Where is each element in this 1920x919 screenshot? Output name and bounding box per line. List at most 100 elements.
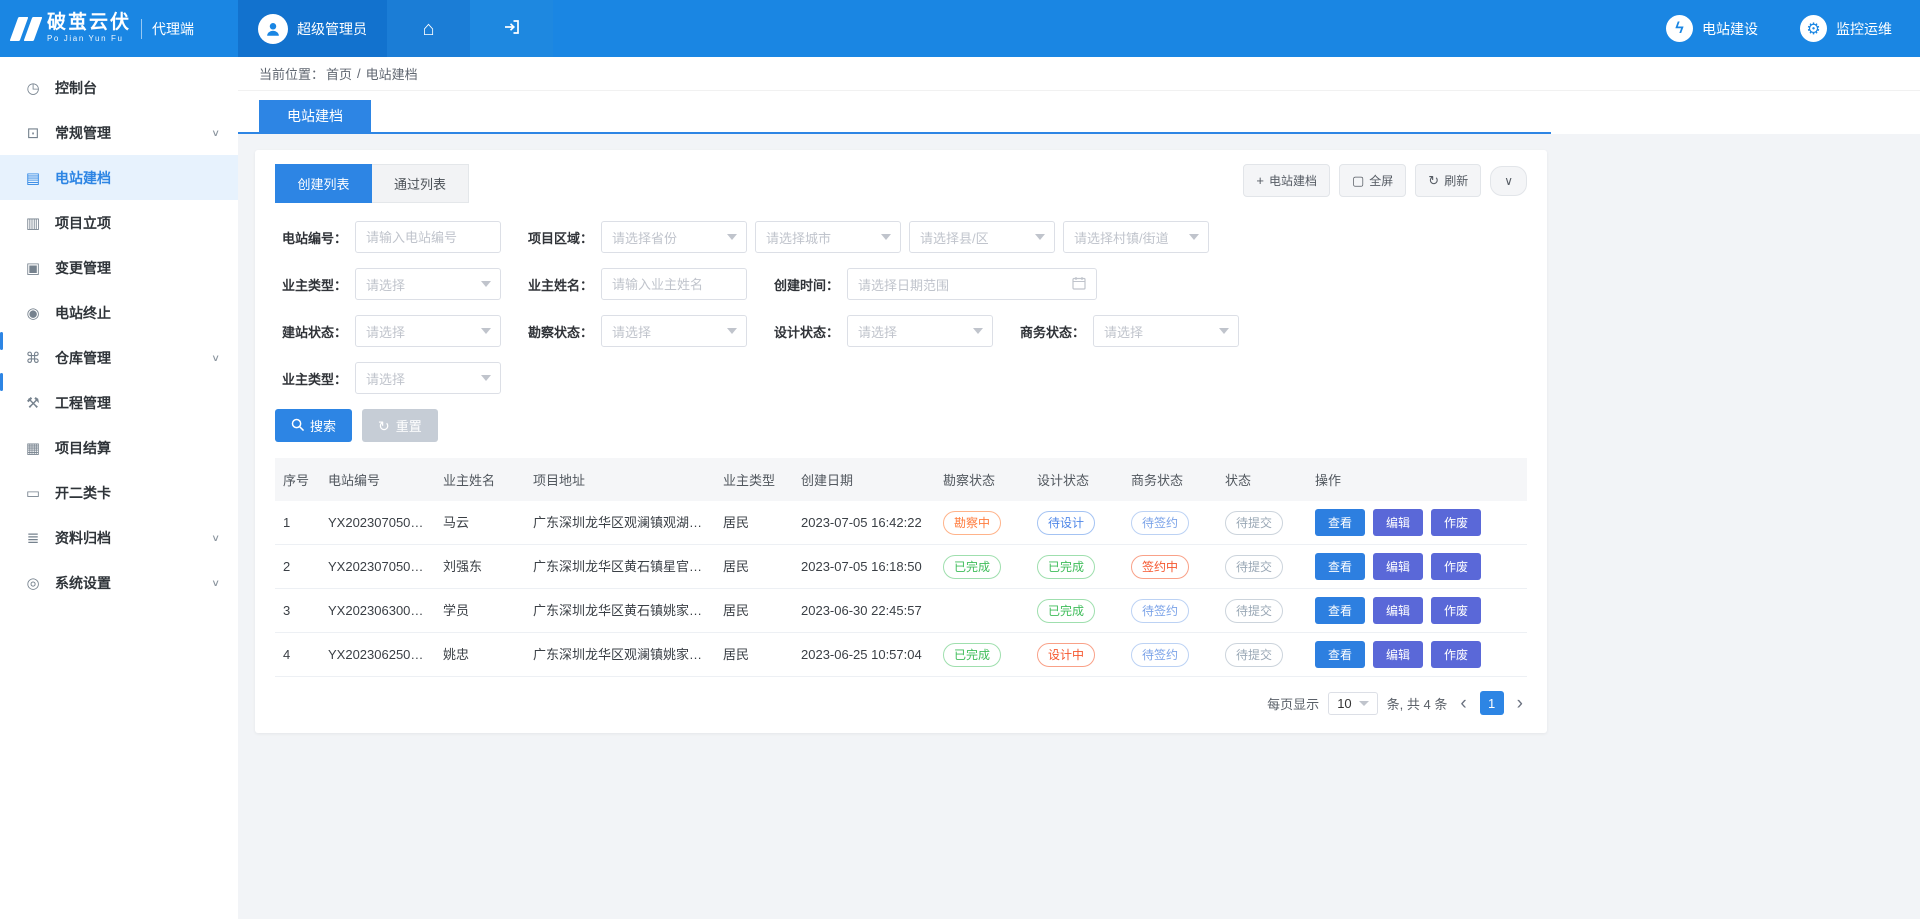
brand: 破茧云伏 Po Jian Yun Fu 代理端	[0, 0, 238, 57]
view-button[interactable]: 查看	[1315, 597, 1365, 624]
status-badge: 待签约	[1131, 599, 1189, 623]
column-header: 勘察状态	[935, 458, 1029, 501]
breadcrumb-separator: /	[357, 66, 361, 81]
table-cell: 广东深圳龙华区观澜镇观湖路…	[525, 501, 715, 545]
edit-button[interactable]: 编辑	[1373, 641, 1423, 668]
sidebar-item-station-filing[interactable]: ▤电站建档	[0, 155, 238, 200]
user-menu[interactable]: 超级管理员	[238, 0, 387, 57]
survey-status-select[interactable]: 请选择	[601, 315, 747, 347]
caret-down-icon	[1219, 328, 1229, 334]
edit-button[interactable]: 编辑	[1373, 553, 1423, 580]
search-button[interactable]: 搜索	[275, 409, 352, 442]
owner-type2-select[interactable]: 请选择	[355, 362, 501, 394]
module-operations[interactable]: ⚙ 监控运维	[1800, 0, 1892, 57]
status-badge: 已完成	[1037, 599, 1095, 623]
view-button[interactable]: 查看	[1315, 553, 1365, 580]
table-cell: 待提交	[1217, 633, 1307, 677]
city-select[interactable]: 请选择城市	[755, 221, 901, 253]
sidebar-item-system-settings[interactable]: ◎系统设置∨	[0, 560, 238, 605]
sidebar-item-engineering-management[interactable]: ⚒工程管理	[0, 380, 238, 425]
sidebar-item-label: 项目立项	[55, 213, 111, 233]
page-tab[interactable]: 电站建档	[259, 100, 371, 132]
table-cell-actions: 查看编辑作废	[1307, 501, 1527, 545]
table-cell: YX2023062500004	[320, 633, 435, 677]
sidebar-item-warehouse-management[interactable]: ⌘仓库管理∨	[0, 335, 238, 380]
caret-down-icon	[1189, 234, 1199, 240]
table-cell: 已完成	[935, 633, 1029, 677]
breadcrumb-home[interactable]: 首页	[326, 64, 352, 83]
caret-down-icon	[881, 234, 891, 240]
province-select[interactable]: 请选择省份	[601, 221, 747, 253]
status-badge: 设计中	[1037, 643, 1095, 667]
toolbar-button-label: 电站建档	[1269, 172, 1317, 189]
sidebar-item-change-management[interactable]: ▣变更管理	[0, 245, 238, 290]
county-select[interactable]: 请选择县/区	[909, 221, 1055, 253]
edit-button[interactable]: 编辑	[1373, 597, 1423, 624]
business-status-select[interactable]: 请选择	[1093, 315, 1239, 347]
table-cell: 居民	[715, 545, 793, 589]
sidebar-item-general-management[interactable]: ⊡常规管理∨	[0, 110, 238, 155]
town-select[interactable]: 请选择村镇/街道	[1063, 221, 1209, 253]
tab-pass-list[interactable]: 通过列表	[372, 164, 469, 203]
view-button[interactable]: 查看	[1315, 641, 1365, 668]
sidebar-item-project-settlement[interactable]: ▦项目结算	[0, 425, 238, 470]
caret-down-icon	[1359, 701, 1369, 706]
table-cell: 广东深圳龙华区观澜镇姚家庄…	[525, 633, 715, 677]
sidebar-item-station-termination[interactable]: ◉电站终止	[0, 290, 238, 335]
breadcrumb-label: 当前位置：	[259, 64, 324, 83]
date-placeholder: 请选择日期范围	[858, 275, 1064, 294]
column-header: 项目地址	[525, 458, 715, 501]
home-button[interactable]: ⌂	[387, 0, 470, 57]
sidebar-item-data-archive[interactable]: ≣资料归档∨	[0, 515, 238, 560]
status-badge: 签约中	[1131, 555, 1189, 579]
select-placeholder: 请选择	[366, 322, 481, 341]
station-code-input[interactable]	[355, 221, 501, 253]
create-date-range[interactable]: 请选择日期范围	[847, 268, 1097, 300]
filter-label: 商务状态：	[1013, 322, 1085, 341]
table-row: 3YX2023063000009学员广东深圳龙华区黄石镇姚家庄…居民2023-0…	[275, 589, 1527, 633]
tab-create-list[interactable]: 创建列表	[275, 164, 372, 203]
app-root: 破茧云伏 Po Jian Yun Fu 代理端 超级管理员 ⌂ ϟ 电站建设 ⚙	[0, 0, 1920, 919]
void-button[interactable]: 作废	[1431, 509, 1481, 536]
column-header: 设计状态	[1029, 458, 1123, 501]
view-button[interactable]: 查看	[1315, 509, 1365, 536]
prev-page-button[interactable]: ‹	[1456, 694, 1470, 713]
sidebar-item-type2-card[interactable]: ▭开二类卡	[0, 470, 238, 515]
helmet-icon: ⚒	[24, 394, 42, 412]
table-cell: 2023-07-05 16:18:50	[793, 545, 935, 589]
module-construction[interactable]: ϟ 电站建设	[1666, 0, 1758, 57]
void-button[interactable]: 作废	[1431, 553, 1481, 580]
table-cell: 刘强东	[435, 545, 525, 589]
chevron-down-icon: ∨	[211, 577, 220, 588]
void-button[interactable]: 作废	[1431, 641, 1481, 668]
select-placeholder: 请选择	[366, 275, 481, 294]
reset-button[interactable]: ↻ 重置	[362, 409, 438, 442]
fullscreen-icon: ▢	[1352, 174, 1364, 187]
sidebar-item-label: 仓库管理	[55, 348, 111, 368]
fullscreen-button[interactable]: ▢全屏	[1339, 164, 1406, 197]
void-button[interactable]: 作废	[1431, 597, 1481, 624]
search-icon	[291, 418, 304, 434]
refresh-button[interactable]: ↻刷新	[1415, 164, 1481, 197]
owner-type-select[interactable]: 请选择	[355, 268, 501, 300]
table-cell: 已完成	[1029, 545, 1123, 589]
edit-button[interactable]: 编辑	[1373, 509, 1423, 536]
list-tabs: 创建列表通过列表	[275, 164, 469, 203]
per-page-select[interactable]: 10	[1328, 692, 1377, 715]
current-page[interactable]: 1	[1480, 691, 1504, 715]
next-page-button[interactable]: ›	[1513, 694, 1527, 713]
add-station-button[interactable]: +电站建档	[1243, 164, 1330, 197]
build-status-select[interactable]: 请选择	[355, 315, 501, 347]
column-header: 业主姓名	[435, 458, 525, 501]
status-badge: 待提交	[1225, 511, 1283, 535]
design-status-select[interactable]: 请选择	[847, 315, 993, 347]
sidebar-item-project-initiation[interactable]: ▥项目立项	[0, 200, 238, 245]
wrench-icon: ⚙	[1800, 15, 1827, 42]
collapse-toolbar-button[interactable]: ∨	[1490, 166, 1527, 196]
card-icon: ▭	[24, 484, 42, 502]
brand-logo-icon	[14, 17, 38, 41]
logout-button[interactable]	[470, 0, 553, 57]
user-name: 超级管理员	[297, 19, 367, 39]
owner-name-input[interactable]	[601, 268, 747, 300]
sidebar-item-console[interactable]: ◷控制台	[0, 65, 238, 110]
